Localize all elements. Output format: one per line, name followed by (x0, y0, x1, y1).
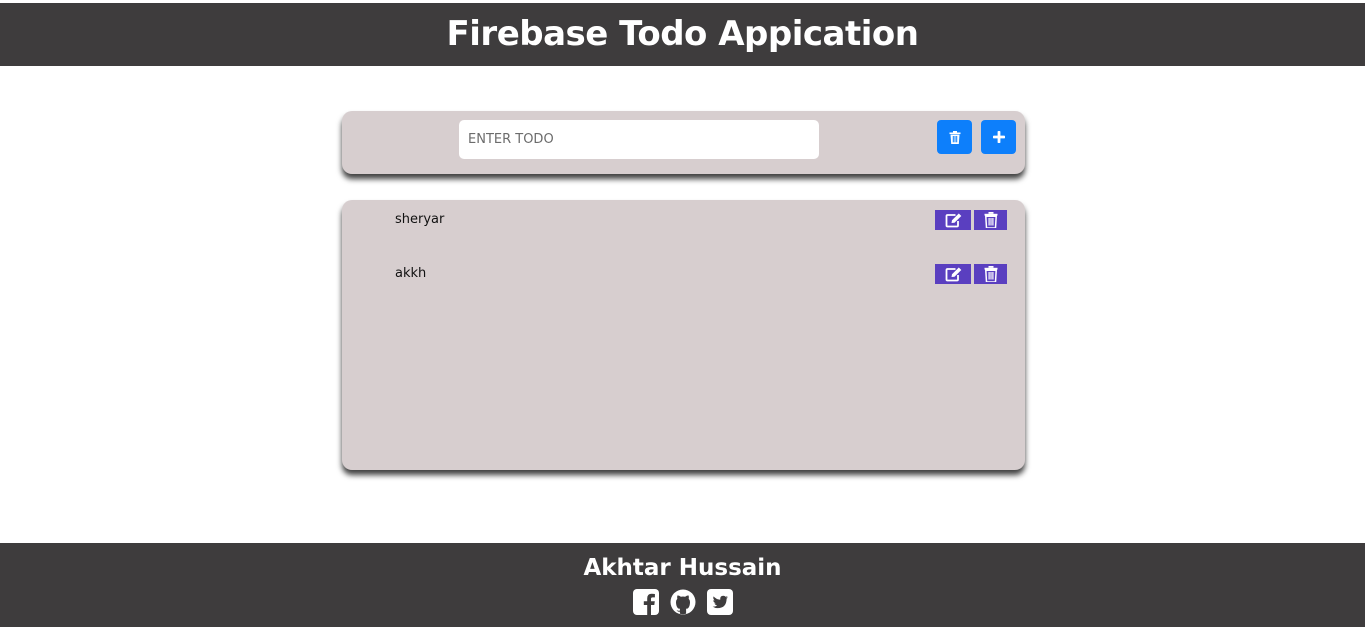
edit-icon (945, 267, 961, 281)
github-icon (670, 589, 695, 615)
social-links (0, 589, 1365, 615)
trash-icon (984, 212, 997, 228)
delete-all-button[interactable] (937, 120, 972, 154)
delete-todo-button[interactable] (974, 210, 1007, 230)
list-item: akkh (342, 264, 1025, 286)
todo-input[interactable] (459, 120, 819, 159)
plus-icon (992, 131, 1005, 143)
trash-icon (984, 266, 997, 282)
facebook-link[interactable] (632, 589, 659, 615)
todo-input-card (342, 111, 1025, 174)
trash-icon (949, 130, 960, 144)
twitter-link[interactable] (706, 589, 733, 615)
todo-list: sheryar akkh (342, 200, 1025, 470)
twitter-icon (706, 589, 733, 615)
add-todo-button[interactable] (981, 120, 1016, 154)
page-title: Firebase Todo Appication (446, 14, 919, 54)
todo-text: akkh (395, 266, 427, 281)
delete-todo-button[interactable] (974, 264, 1007, 284)
app-footer: Akhtar Hussain (0, 543, 1365, 627)
author-name: Akhtar Hussain (583, 555, 782, 581)
edit-icon (945, 213, 961, 227)
edit-todo-button[interactable] (935, 264, 971, 284)
page: Firebase Todo Appication sheryar (0, 0, 1365, 629)
facebook-icon (632, 589, 659, 615)
app-header: Firebase Todo Appication (0, 3, 1365, 66)
list-item: sheryar (342, 210, 1025, 232)
todo-text: sheryar (395, 212, 445, 227)
github-link[interactable] (670, 589, 696, 615)
edit-todo-button[interactable] (935, 210, 971, 230)
